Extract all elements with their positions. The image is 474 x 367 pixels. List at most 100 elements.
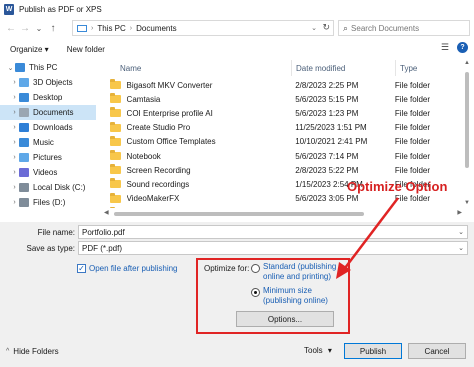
file-name-dropdown-icon[interactable]: ⌄ (458, 228, 464, 236)
chevron-right-icon[interactable]: › (10, 184, 19, 191)
sidebar-item-3d-objects[interactable]: › 3D Objects (0, 75, 96, 90)
sidebar-item-documents[interactable]: › Documents (0, 105, 96, 120)
search-input[interactable]: ⌕ Search Documents (338, 20, 470, 36)
folder-icon (110, 135, 121, 146)
scroll-down-icon[interactable]: ▼ (464, 200, 470, 206)
vertical-scrollbar[interactable]: ▲ ▼ (462, 60, 472, 208)
chevron-right-icon[interactable]: › (10, 199, 19, 206)
open-after-publishing-checkbox[interactable]: ✓ (77, 264, 86, 273)
open-after-publishing-label[interactable]: Open file after publishing (89, 264, 178, 273)
up-arrow-icon[interactable]: ↑ (46, 19, 60, 37)
file-name-cell: COI Enterprise profile AI (126, 108, 213, 118)
hide-folders-toggle[interactable]: ^ Hide Folders (6, 347, 59, 356)
sidebar-item-videos[interactable]: › Videos (0, 165, 96, 180)
scroll-left-icon[interactable]: ◀ (104, 209, 109, 216)
horizontal-scrollbar[interactable]: ◀ ▶ (104, 210, 462, 218)
type-cell: File folder (394, 165, 431, 175)
type-cell: File folder (394, 137, 431, 147)
sidebar-item-local-disk-c[interactable]: › Local Disk (C:) (0, 180, 96, 195)
sidebar-item-music[interactable]: › Music (0, 135, 96, 150)
chevron-right-icon[interactable]: › (10, 169, 19, 176)
horizontal-scroll-thumb[interactable] (114, 212, 364, 216)
sidebar-item-label: 3D Objects (33, 78, 73, 87)
table-row[interactable]: Camtasia 5/6/2023 5:15 PM File folder (104, 92, 462, 106)
file-name-cell: Camtasia (126, 94, 161, 104)
scroll-right-icon[interactable]: ▶ (457, 209, 462, 216)
chevron-right-icon[interactable]: › (10, 79, 19, 86)
type-cell: File folder (394, 151, 431, 161)
date-modified-cell: 5/6/2023 3:05 PM (295, 194, 359, 204)
type-cell: File folder (394, 108, 431, 118)
recent-locations-dropdown[interactable]: ⌄ (32, 19, 46, 37)
breadcrumb-this-pc[interactable]: This PC (97, 24, 125, 33)
cancel-button[interactable]: Cancel (408, 343, 466, 359)
save-type-dropdown-icon[interactable]: ⌄ (458, 244, 464, 252)
file-name-cell: Sound recordings (126, 179, 190, 189)
save-as-type-select[interactable]: PDF (*.pdf) ⌄ (78, 241, 468, 255)
folder-icon (110, 150, 121, 160)
pictures-icon (19, 153, 29, 162)
table-row[interactable]: Custom Office Templates 10/10/2021 2:41 P… (104, 135, 462, 149)
save-as-type-label: Save as type: (26, 244, 75, 253)
save-as-type-value: PDF (*.pdf) (82, 243, 123, 253)
chevron-right-icon[interactable]: › (10, 139, 19, 146)
breadcrumb-sep-icon: › (91, 24, 94, 32)
file-name-cell: VideoMakerFX (126, 194, 180, 204)
new-folder-button[interactable]: New folder (63, 45, 109, 54)
sidebar-item-downloads[interactable]: › Downloads (0, 120, 96, 135)
organize-button[interactable]: Organize ▾ (6, 45, 53, 54)
command-toolbar: Organize ▾ New folder ☰ ? (0, 40, 474, 58)
tools-menu[interactable]: Tools ▾ (304, 346, 332, 355)
chevron-right-icon[interactable]: › (10, 109, 19, 116)
type-cell: File folder (394, 194, 431, 204)
refresh-icon[interactable]: ↻ (322, 22, 330, 33)
scroll-thumb[interactable] (465, 72, 469, 168)
address-dropdown-icon[interactable]: ⌄ (311, 24, 317, 32)
column-header-date-modified[interactable]: Date modified (292, 60, 396, 76)
chevron-right-icon[interactable]: › (10, 154, 19, 161)
sidebar-item-label: Files (D:) (33, 198, 66, 207)
file-name-input[interactable]: Portfolio.pdf ⌄ (78, 225, 468, 239)
address-bar[interactable]: › This PC › Documents ⌄ ↻ (72, 20, 334, 36)
chevron-right-icon[interactable]: › (10, 94, 19, 101)
help-icon[interactable]: ? (457, 42, 468, 53)
open-after-publishing-row[interactable]: ✓ Open file after publishing (77, 264, 178, 273)
table-row[interactable]: COI Enterprise profile AI 5/6/2023 1:23 P… (104, 106, 462, 120)
folder-icon (110, 121, 121, 132)
back-arrow-icon[interactable]: ← (4, 19, 18, 37)
table-row[interactable]: Bigasoft MKV Converter 2/8/2023 2:25 PM Fi… (104, 78, 462, 92)
chevron-right-icon[interactable]: › (10, 124, 19, 131)
tools-label: Tools (304, 346, 323, 355)
table-row[interactable]: Screen Recording 2/8/2023 5:22 PM File fol… (104, 163, 462, 177)
sidebar-item-desktop[interactable]: › Desktop (0, 90, 96, 105)
window-title: Publish as PDF or XPS (19, 4, 102, 14)
date-modified-cell: 5/6/2023 1:23 PM (295, 108, 359, 118)
table-row[interactable]: Wondershare (104, 206, 462, 208)
documents-icon (19, 108, 29, 117)
date-modified-cell: 2/8/2023 2:25 PM (295, 80, 359, 90)
column-header-name[interactable]: Name (116, 60, 292, 76)
column-header-type[interactable]: Type (396, 60, 462, 76)
file-name-cell: Bigasoft MKV Converter (126, 80, 213, 90)
breadcrumb-sep-icon: › (129, 24, 133, 32)
sidebar-item-files-d[interactable]: › Files (D:) (0, 195, 96, 210)
breadcrumb-documents[interactable]: Documents (136, 24, 176, 33)
chevron-up-icon: ^ (6, 348, 10, 355)
chevron-down-icon[interactable]: ⌄ (6, 64, 15, 72)
music-icon (19, 138, 29, 147)
table-row[interactable]: Create Studio Pro 11/25/2023 1:51 PM File … (104, 121, 462, 135)
sidebar-item-this-pc[interactable]: ⌄ This PC (0, 60, 96, 75)
folder-icon (110, 164, 121, 175)
forward-arrow-icon[interactable]: → (18, 19, 32, 37)
navigation-bar: ← → ⌄ ↑ › This PC › Documents ⌄ ↻ ⌕ Sear… (0, 18, 474, 38)
date-modified-cell: 5/6/2023 7:14 PM (295, 151, 359, 161)
view-options-icon[interactable]: ☰ (441, 42, 449, 53)
table-row[interactable]: Notebook 5/6/2023 7:14 PM File folder (104, 149, 462, 163)
scroll-up-icon[interactable]: ▲ (464, 60, 470, 66)
sidebar-item-pictures[interactable]: › Pictures (0, 150, 96, 165)
file-name-label: File name: (37, 228, 75, 237)
publish-button[interactable]: Publish (344, 343, 402, 359)
sidebar-item-label: Desktop (33, 93, 63, 102)
sidebar-item-label: Videos (33, 168, 58, 177)
disk-icon (19, 183, 29, 192)
